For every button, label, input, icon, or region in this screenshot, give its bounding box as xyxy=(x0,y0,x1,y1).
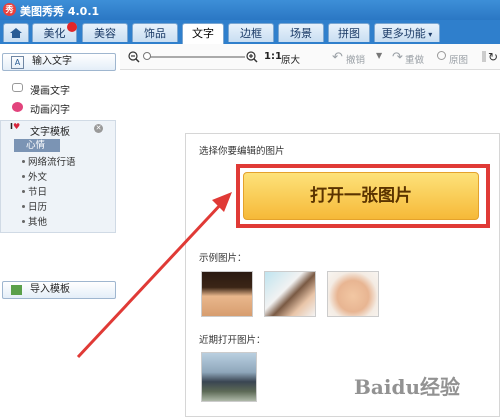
watermark-text: Baidu经验 xyxy=(354,375,460,399)
pointer-arrow xyxy=(76,192,232,359)
